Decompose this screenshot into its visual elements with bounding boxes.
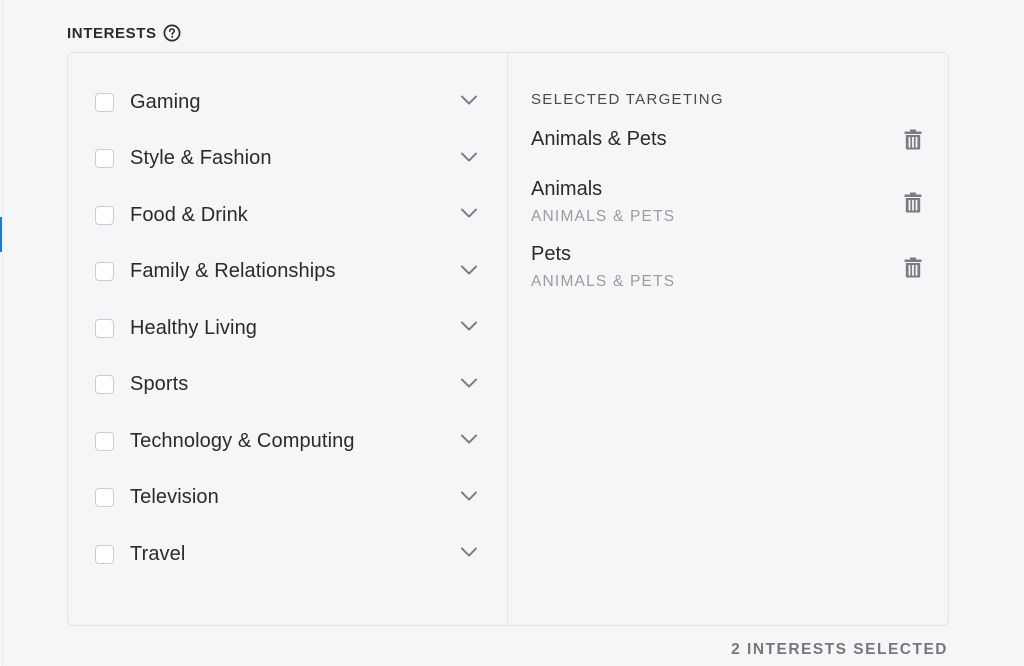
chevron-down-icon[interactable] <box>459 376 479 388</box>
category-list: Gaming Style & Fashion Food & Drink Fami… <box>68 53 508 625</box>
trash-icon[interactable] <box>904 257 922 278</box>
category-checkbox[interactable] <box>95 431 114 451</box>
category-row-television[interactable]: Television <box>68 470 507 527</box>
category-checkbox[interactable] <box>95 318 114 338</box>
chevron-down-icon[interactable] <box>459 433 479 445</box>
chevron-down-icon[interactable] <box>459 489 479 501</box>
chevron-down-icon[interactable] <box>459 207 479 219</box>
category-checkbox[interactable] <box>95 544 114 564</box>
selected-item-parent: ANIMALS & PETS <box>531 273 676 290</box>
selected-item-parent: ANIMALS & PETS <box>531 208 676 225</box>
chevron-down-icon[interactable] <box>459 94 479 106</box>
category-label: Technology & Computing <box>130 429 355 452</box>
category-label: Style & Fashion <box>130 147 272 170</box>
selected-item: Animals ANIMALS & PETS <box>531 178 948 243</box>
section-header: INTERESTS <box>67 24 181 42</box>
chevron-down-icon[interactable] <box>459 263 479 275</box>
chevron-down-icon[interactable] <box>459 320 479 332</box>
selected-targeting-title: SELECTED TARGETING <box>531 91 724 108</box>
trash-icon[interactable] <box>904 192 922 213</box>
category-row-sports[interactable]: Sports <box>68 357 507 414</box>
category-row-technology-computing[interactable]: Technology & Computing <box>68 413 507 470</box>
category-row-gaming[interactable]: Gaming <box>68 74 507 131</box>
selected-item-name: Animals & Pets <box>531 128 667 150</box>
category-row-food-drink[interactable]: Food & Drink <box>68 187 507 244</box>
category-label: Sports <box>130 373 189 396</box>
category-label: Healthy Living <box>130 316 258 339</box>
selected-item: Pets ANIMALS & PETS <box>531 243 948 308</box>
selected-targeting-panel: SELECTED TARGETING Animals & Pets Animal… <box>508 53 948 625</box>
category-checkbox[interactable] <box>95 149 114 169</box>
interests-panel: Gaming Style & Fashion Food & Drink Fami… <box>67 52 949 626</box>
category-checkbox[interactable] <box>95 488 114 508</box>
category-label: Gaming <box>130 90 201 113</box>
category-checkbox[interactable] <box>95 92 114 112</box>
selected-item-name: Animals <box>531 178 603 200</box>
category-label: Television <box>130 486 219 509</box>
category-row-style-fashion[interactable]: Style & Fashion <box>68 131 507 188</box>
section-title: INTERESTS <box>67 24 157 42</box>
category-checkbox[interactable] <box>95 375 114 395</box>
page-left-border <box>2 0 3 666</box>
chevron-down-icon[interactable] <box>459 150 479 162</box>
category-row-travel[interactable]: Travel <box>68 526 507 583</box>
category-checkbox[interactable] <box>95 205 114 225</box>
help-circle-icon[interactable] <box>163 24 181 42</box>
category-checkbox[interactable] <box>95 262 114 282</box>
category-label: Food & Drink <box>130 203 248 226</box>
interests-selected-count: 2 INTERESTS SELECTED <box>731 641 948 658</box>
focus-indicator <box>0 217 2 252</box>
selected-list: Animals & Pets Animals ANIMALS & PETS Pe… <box>531 128 948 308</box>
chevron-down-icon[interactable] <box>459 546 479 558</box>
selected-item: Animals & Pets <box>531 128 948 178</box>
category-row-healthy-living[interactable]: Healthy Living <box>68 300 507 357</box>
trash-icon[interactable] <box>904 129 922 150</box>
selected-item-name: Pets <box>531 243 572 265</box>
category-row-family-relationships[interactable]: Family & Relationships <box>68 244 507 301</box>
category-label: Travel <box>130 542 186 565</box>
category-label: Family & Relationships <box>130 260 336 283</box>
